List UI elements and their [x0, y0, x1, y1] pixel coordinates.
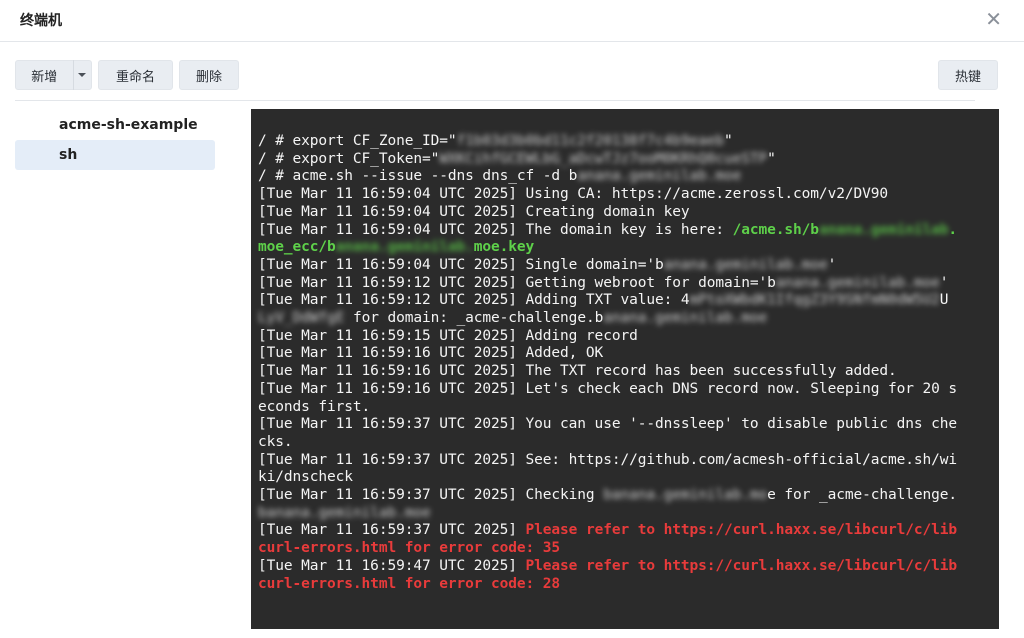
terminal-text: [Tue Mar 11 16:59:12 UTC 2025] Getting w…: [258, 274, 776, 291]
terminal-text: banana.geminilab.mo: [603, 487, 768, 504]
session-item-acme-sh-example[interactable]: acme-sh-example: [15, 110, 215, 140]
terminal-text: / # export CF_Zone_ID=": [258, 133, 457, 149]
terminal-line: [Tue Mar 11 16:59:04 UTC 2025] The domai…: [258, 222, 999, 240]
terminal-text: econds first.: [258, 398, 371, 415]
terminal-line: [Tue Mar 11 16:59:16 UTC 2025] The TXT r…: [258, 363, 999, 381]
terminal-text: / # export CF_Token=": [258, 150, 440, 167]
add-dropdown-toggle[interactable]: [73, 73, 91, 77]
terminal-text: [Tue Mar 11 16:59:37 UTC 2025] You can u…: [258, 416, 958, 433]
terminal-text: anana.geminilab.moe: [663, 256, 828, 273]
terminal-text: [Tue Mar 11 16:59:16 UTC 2025] The TXT r…: [258, 363, 897, 380]
terminal-text: cks.: [258, 433, 293, 450]
terminal-text: anana.geminilab: [818, 221, 949, 238]
terminal-line: [Tue Mar 11 16:59:47 UTC 2025] Please re…: [258, 558, 999, 576]
terminal-text: Please refer to https://curl.haxx.se/lib…: [525, 522, 958, 539]
terminal-line: [Tue Mar 11 16:59:16 UTC 2025] Let's che…: [258, 381, 999, 399]
terminal-line: moe_ecc/banana.geminilab.moe.key: [258, 239, 999, 257]
terminal-text: for domain: _acme-challenge.b: [344, 310, 604, 327]
terminal-line: banana.geminilab.moe: [258, 505, 999, 523]
terminal-text: moe_ecc/b: [258, 239, 336, 256]
terminal-text: U: [939, 292, 949, 309]
terminal-text: ': [827, 256, 837, 273]
delete-button[interactable]: 删除: [179, 60, 239, 90]
terminal-text: anana.geminilab.moe: [775, 274, 940, 291]
terminal-text: [Tue Mar 11 16:59:37 UTC 2025]: [258, 522, 526, 539]
terminal-text: f1b03d3b0bd11c2f20138f7c4b9eaeb: [456, 133, 725, 149]
terminal-line: [Tue Mar 11 16:59:12 UTC 2025] Adding TX…: [258, 292, 999, 310]
terminal-text: [Tue Mar 11 16:59:16 UTC 2025] Added, OK: [258, 345, 604, 362]
terminal-text: ': [939, 274, 949, 291]
terminal-output[interactable]: / # export CF_Zone_ID="f1b03d3b0bd11c2f2…: [251, 109, 999, 629]
terminal-text: anana.geminilab.moe: [577, 168, 742, 185]
terminal-line: [Tue Mar 11 16:59:04 UTC 2025] Creating …: [258, 204, 999, 222]
close-icon[interactable]: ✕: [985, 7, 1002, 31]
terminal-text: .: [948, 221, 958, 238]
terminal-line: [Tue Mar 11 16:59:37 UTC 2025] You can u…: [258, 416, 999, 434]
terminal-text: [Tue Mar 11 16:59:04 UTC 2025] Single do…: [258, 256, 664, 273]
terminal-line: [Tue Mar 11 16:59:04 UTC 2025] Single do…: [258, 257, 999, 275]
terminal-text: curl-errors.html for error code: 35: [258, 540, 561, 557]
terminal-line: cks.: [258, 434, 999, 452]
terminal-line: econds first.: [258, 399, 999, 417]
terminal-line: [Tue Mar 11 16:59:15 UTC 2025] Adding re…: [258, 328, 999, 346]
terminal-line: [Tue Mar 11 16:59:16 UTC 2025] Added, OK: [258, 345, 999, 363]
terminal-text: [Tue Mar 11 16:59:04 UTC 2025] The domai…: [258, 221, 733, 238]
terminal-line: [Tue Mar 11 16:59:37 UTC 2025] Please re…: [258, 522, 999, 540]
terminal-text: moe.key: [473, 239, 535, 256]
terminal-text: curl-errors.html for error code: 28: [258, 575, 561, 592]
terminal-text: [Tue Mar 11 16:59:16 UTC 2025] Let's che…: [258, 380, 958, 397]
window-title: 终端机: [20, 13, 62, 29]
terminal-text: [Tue Mar 11 16:59:37 UTC 2025] Checking: [258, 487, 604, 504]
terminal-line: [Tue Mar 11 16:59:12 UTC 2025] Getting w…: [258, 275, 999, 293]
terminal-text: [Tue Mar 11 16:59:37 UTC 2025] See: http…: [258, 451, 958, 468]
window-titlebar: 终端机 ✕: [0, 0, 1024, 42]
terminal-text: banana.geminilab.moe: [258, 504, 431, 521]
terminal-text: LyV_DdWfgE: [258, 310, 345, 327]
terminal-text: / # acme.sh --issue --dns dns_cf -d b: [258, 168, 578, 185]
terminal-text: anana.geminilab.moe: [603, 310, 768, 327]
terminal-text: [Tue Mar 11 16:59:04 UTC 2025] Using CA:…: [258, 186, 888, 203]
chevron-down-icon: [78, 73, 87, 77]
terminal-line: curl-errors.html for error code: 35: [258, 540, 999, 558]
hotkeys-button[interactable]: 热键: [938, 60, 998, 90]
terminal-text: e for _acme-challenge.: [767, 487, 958, 504]
terminal-text: ki/dnscheck: [258, 469, 353, 486]
toolbar-divider: [15, 100, 975, 101]
terminal-line: ki/dnscheck: [258, 469, 999, 487]
terminal-line: / # export CF_Token="WXKCihfGCEWLbG_aDcw…: [258, 151, 999, 169]
terminal-text: ": [724, 133, 733, 149]
terminal-line: [Tue Mar 11 16:59:37 UTC 2025] Checking …: [258, 487, 999, 505]
terminal-text: [Tue Mar 11 16:59:04 UTC 2025] Creating …: [258, 203, 690, 220]
terminal-text: ": [767, 150, 776, 167]
terminal-text: Please refer to https://curl.haxx.se/lib…: [525, 557, 958, 574]
terminal-text: /acme.sh/b: [732, 221, 819, 238]
terminal-text: [Tue Mar 11 16:59:15 UTC 2025] Adding re…: [258, 327, 638, 344]
session-item-sh[interactable]: sh: [15, 140, 215, 170]
terminal-text: WXKCihfGCEWLbG_aDcwTJz7ooM0KRhQ0cueSTP: [439, 150, 768, 167]
terminal-line: LyV_DdWfgE for domain: _acme-challenge.b…: [258, 310, 999, 328]
terminal-line: [Tue Mar 11 16:59:04 UTC 2025] Using CA:…: [258, 186, 999, 204]
terminal-text: anana.geminilab.: [335, 239, 474, 256]
session-list: acme-sh-example sh: [15, 110, 215, 170]
terminal-text: mPtoXWbdK1IfqgZ3Y9SNfmN0dW5U2: [689, 292, 940, 309]
add-button[interactable]: 新增: [16, 66, 73, 85]
terminal-line: curl-errors.html for error code: 28: [258, 576, 999, 594]
terminal-line: / # export CF_Zone_ID="f1b03d3b0bd11c2f2…: [258, 133, 999, 151]
terminal-text: [Tue Mar 11 16:59:12 UTC 2025] Adding TX…: [258, 292, 690, 309]
add-split-button: 新增: [15, 60, 92, 90]
terminal-line: [Tue Mar 11 16:59:37 UTC 2025] See: http…: [258, 452, 999, 470]
rename-button[interactable]: 重命名: [98, 60, 173, 90]
terminal-text: [Tue Mar 11 16:59:47 UTC 2025]: [258, 557, 526, 574]
terminal-line: / # acme.sh --issue --dns dns_cf -d bana…: [258, 168, 999, 186]
